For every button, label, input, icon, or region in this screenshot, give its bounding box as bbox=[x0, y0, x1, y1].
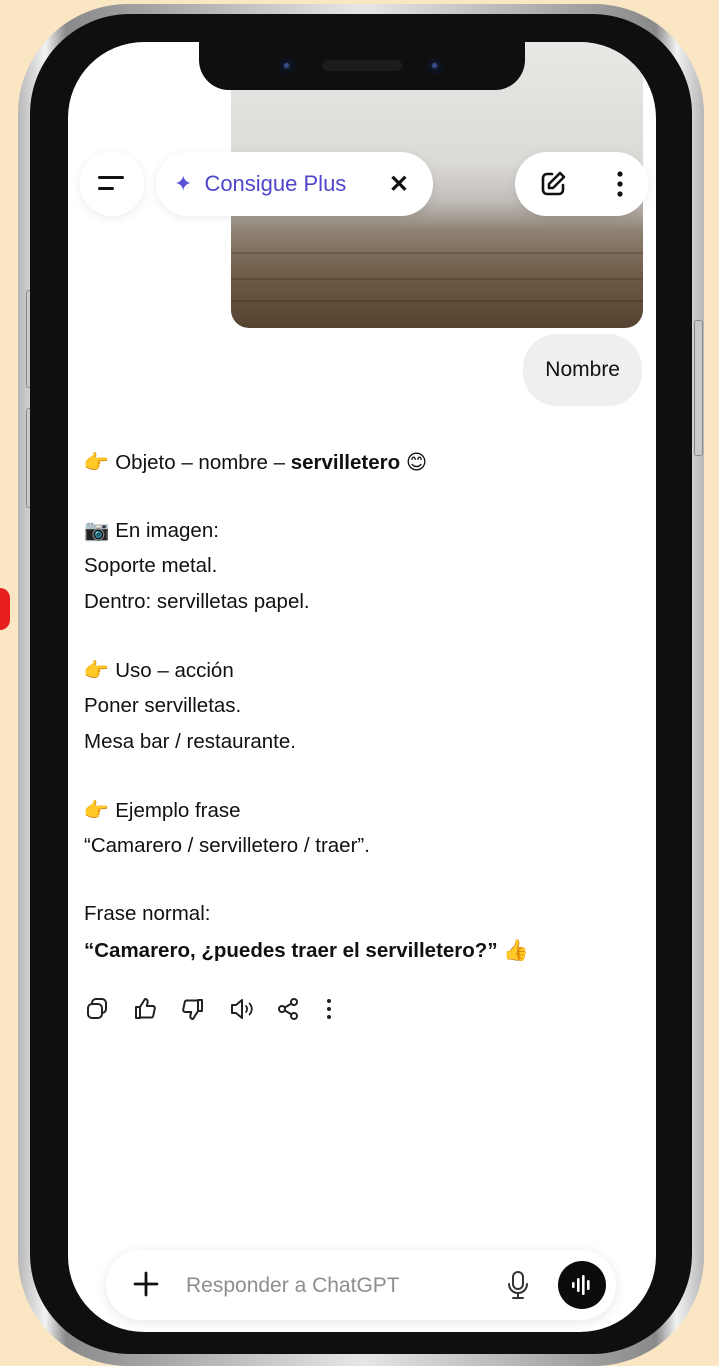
speaker bbox=[322, 60, 402, 71]
smile-icon: 😊 bbox=[405, 450, 428, 474]
more-vertical-icon bbox=[327, 999, 331, 1019]
reply-text: Objeto – nombre – bbox=[109, 451, 291, 474]
reply-line: 👈 Objeto – nombre – servilletero 😊 bbox=[84, 444, 644, 480]
sensor bbox=[427, 58, 443, 74]
thumbs-up-button[interactable] bbox=[132, 992, 180, 1026]
message-actions bbox=[84, 992, 372, 1026]
close-icon[interactable]: ✕ bbox=[389, 170, 409, 199]
reply-line: “Camarero / servilletero / traer”. bbox=[84, 834, 370, 857]
message-input[interactable] bbox=[184, 1269, 488, 1303]
screen: ✦ Consigue Plus ✕ Nombre 👈 Objeto – nomb… bbox=[68, 42, 656, 1332]
reply-line: Mesa bar / restaurante. bbox=[84, 730, 296, 753]
reply-text: Ejemplo frase bbox=[109, 799, 241, 822]
pointing-hand-icon: 👈 bbox=[84, 658, 110, 682]
reply-bold-text: “Camarero, ¿puedes traer el servilletero… bbox=[84, 939, 498, 962]
menu-button[interactable] bbox=[80, 152, 144, 216]
copy-button[interactable] bbox=[84, 992, 132, 1026]
thumbs-up-icon bbox=[135, 998, 156, 1019]
voice-mode-button[interactable] bbox=[558, 1261, 606, 1309]
reply-bold-text: servilletero bbox=[290, 451, 401, 474]
thumbs-up-emoji-icon: 👍 bbox=[503, 938, 529, 962]
reply-line: 👈 Uso – acción bbox=[84, 652, 644, 688]
share-icon bbox=[278, 998, 298, 1020]
reply-text: Uso – acción bbox=[109, 659, 234, 682]
get-plus-banner[interactable]: ✦ Consigue Plus ✕ bbox=[156, 152, 433, 216]
user-message-text: Nombre bbox=[545, 358, 620, 381]
sparkle-icon: ✦ bbox=[174, 171, 193, 196]
camera-icon: 📷 bbox=[84, 518, 110, 542]
more-button[interactable] bbox=[324, 992, 372, 1026]
reply-line: “Camarero, ¿puedes traer el servilletero… bbox=[84, 932, 644, 968]
pointing-hand-icon: 👈 bbox=[84, 450, 110, 474]
pointing-hand-icon: 👈 bbox=[84, 798, 110, 822]
reply-text: En imagen: bbox=[109, 519, 219, 542]
side-button bbox=[694, 320, 703, 456]
edit-icon[interactable] bbox=[538, 169, 568, 199]
reply-line: Frase normal: bbox=[84, 902, 211, 925]
header-actions bbox=[515, 152, 648, 216]
reply-line: 👈 Ejemplo frase bbox=[84, 792, 644, 828]
front-camera bbox=[279, 58, 295, 74]
assistant-reply: 👈 Objeto – nombre – servilletero 😊 📷 En … bbox=[84, 444, 644, 968]
user-message-bubble: Nombre bbox=[523, 334, 642, 406]
menu-icon bbox=[98, 176, 124, 190]
reply-line: Poner servilletas. bbox=[84, 694, 242, 717]
microphone-icon[interactable] bbox=[506, 1270, 530, 1300]
composer bbox=[106, 1250, 616, 1320]
reply-line: Dentro: servilletas papel. bbox=[84, 590, 310, 613]
read-aloud-button[interactable] bbox=[228, 992, 276, 1026]
notch bbox=[199, 42, 525, 90]
copy-icon bbox=[87, 998, 107, 1019]
thumbs-down-button[interactable] bbox=[180, 992, 228, 1026]
red-decoration bbox=[0, 588, 10, 630]
get-plus-label: Consigue Plus bbox=[204, 171, 347, 196]
waveform-icon bbox=[572, 1275, 590, 1295]
speaker-icon bbox=[231, 999, 253, 1019]
more-vertical-icon[interactable] bbox=[615, 169, 625, 199]
share-button[interactable] bbox=[276, 992, 324, 1026]
thumbs-down-icon bbox=[182, 999, 203, 1020]
plus-icon[interactable] bbox=[132, 1270, 160, 1298]
reply-line: 📷 En imagen: bbox=[84, 512, 644, 548]
reply-line: Soporte metal. bbox=[84, 554, 218, 577]
